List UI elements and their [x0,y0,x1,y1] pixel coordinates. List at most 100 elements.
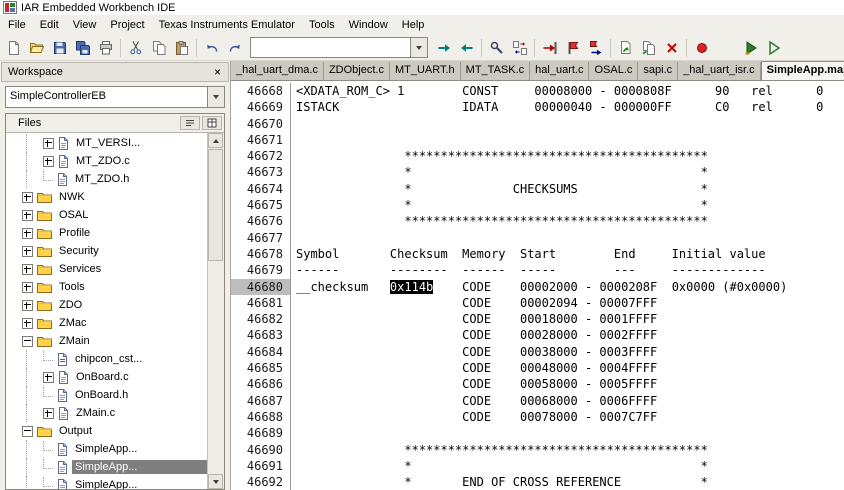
toolbar-button-download-debug[interactable] [739,37,762,59]
toolbar-button-save[interactable] [48,37,71,59]
line-text[interactable]: * END OF CROSS REFERENCE * [291,474,707,490]
tree-item-simpleapp[interactable]: SimpleApp... [6,476,208,489]
menu-item-tools[interactable]: Tools [302,15,342,35]
tree-item-tools[interactable]: Tools [6,278,208,296]
expand-icon[interactable] [22,227,33,239]
line-text[interactable]: ****************************************… [291,148,707,164]
line-text[interactable]: CODE 00038000 - 0003FFFF [291,344,657,360]
toolbar-button-print[interactable] [94,37,117,59]
tree-item-output[interactable]: Output [6,422,208,440]
toolbar-button-debug-without-download[interactable] [762,37,785,59]
collapse-icon[interactable] [22,335,33,347]
tab-hal-uart-c[interactable]: hal_uart.c [530,62,590,80]
scrollbar-thumb[interactable] [208,149,223,261]
menu-item-view[interactable]: View [66,15,104,35]
tree-item-onboard-h[interactable]: OnBoard.h [6,386,208,404]
expand-icon[interactable] [43,407,54,419]
tree-item-zmac[interactable]: ZMac [6,314,208,332]
expand-icon[interactable] [22,299,33,311]
tree-item-services[interactable]: Services [6,260,208,278]
line-text[interactable] [291,425,296,441]
line-text[interactable]: * * [291,458,707,474]
tree-item-zmain-c[interactable]: ZMain.c [6,404,208,422]
expand-icon[interactable] [22,191,33,203]
toolbar-button-goto[interactable] [538,37,561,59]
line-text[interactable]: * CHECKSUMS * [291,181,707,197]
workspace-config-dropdown-button[interactable] [207,87,224,107]
toolbar-button-redo[interactable] [223,37,246,59]
line-text[interactable] [291,116,296,132]
toolbar-button-copy[interactable] [147,37,170,59]
line-text[interactable]: CODE 00058000 - 0005FFFF [291,376,657,392]
menu-item-window[interactable]: Window [342,15,395,35]
tab-hal-uart-isr-c[interactable]: _hal_uart_isr.c [678,62,761,80]
menu-item-project[interactable]: Project [103,15,151,35]
expand-icon[interactable] [22,263,33,275]
tab-hal-uart-dma-c[interactable]: _hal_uart_dma.c [231,62,324,80]
line-text[interactable]: CODE 00002094 - 00007FFF [291,295,657,311]
toolbar-button-paste[interactable] [170,37,193,59]
line-text[interactable]: ****************************************… [291,442,707,458]
tree-item-zmain[interactable]: ZMain [6,332,208,350]
files-columns-button[interactable] [180,116,200,130]
tab-mt-task-c[interactable]: MT_TASK.c [461,62,531,80]
scroll-up-button[interactable] [208,133,223,148]
toolbar-button-toggle-bookmark[interactable] [561,37,584,59]
toolbar-button-find-in-files[interactable] [485,37,508,59]
line-text[interactable]: <XDATA_ROM_C> 1 CONST 00008000 - 0000808… [291,83,823,99]
line-text[interactable]: Symbol Checksum Memory Start End Initial… [291,246,766,262]
toolbar-button-make[interactable] [637,37,660,59]
tree-item-simpleapp[interactable]: SimpleApp... [6,458,208,476]
menu-item-texas-instruments-emulator[interactable]: Texas Instruments Emulator [152,15,302,35]
find-combobox[interactable] [250,37,428,58]
line-text[interactable]: ****************************************… [291,213,707,229]
line-text[interactable]: CODE 00078000 - 0007C7FF [291,409,657,425]
expand-icon[interactable] [22,245,33,257]
tree-item-nwk[interactable]: NWK [6,188,208,206]
expand-icon[interactable] [43,155,54,167]
workspace-close-button[interactable]: × [210,65,225,79]
line-text[interactable]: CODE 00048000 - 0004FFFF [291,360,657,376]
line-text[interactable]: CODE 00018000 - 0001FFFF [291,311,657,327]
expand-icon[interactable] [43,137,54,149]
toolbar-button-undo[interactable] [200,37,223,59]
scroll-down-button[interactable] [208,474,223,489]
tab-sapi-c[interactable]: sapi.c [638,62,679,80]
tree-scrollbar[interactable] [207,133,224,489]
expand-icon[interactable] [22,281,33,293]
line-text[interactable] [291,230,296,246]
expand-icon[interactable] [22,209,33,221]
line-text[interactable]: ------ -------- ------ ----- --- -------… [291,262,766,278]
toolbar-button-toggle-breakpoint[interactable] [690,37,713,59]
toolbar-button-save-all[interactable] [71,37,94,59]
tree-item-profile[interactable]: Profile [6,224,208,242]
toolbar-button-new-document[interactable] [2,37,25,59]
tree-item-mt-zdo-h[interactable]: MT_ZDO.h [6,170,208,188]
tree-item-zdo[interactable]: ZDO [6,296,208,314]
editor-content[interactable]: 46668 <XDATA_ROM_C> 1 CONST 00008000 - 00… [231,81,844,490]
toolbar-button-find-previous[interactable] [455,37,478,59]
toolbar-button-find-next[interactable] [432,37,455,59]
toolbar-button-compile[interactable] [614,37,637,59]
toolbar-button-replace[interactable] [508,37,531,59]
expand-icon[interactable] [43,371,54,383]
menu-item-help[interactable]: Help [395,15,432,35]
menu-item-file[interactable]: File [1,15,33,35]
tab-simpleapp-map[interactable]: SimpleApp.map [760,61,844,80]
find-combobox-dropdown-button[interactable] [410,38,427,57]
tab-mt-uart-h[interactable]: MT_UART.h [390,62,461,80]
tree-item-security[interactable]: Security [6,242,208,260]
tab-zdobject-c[interactable]: ZDObject.c [324,62,390,80]
tree-item-chipcon-cst[interactable]: chipcon_cst... [6,350,208,368]
line-text[interactable]: CODE 00068000 - 0006FFFF [291,393,657,409]
tree-item-osal[interactable]: OSAL [6,206,208,224]
toolbar-button-cut[interactable] [124,37,147,59]
workspace-panel-header[interactable]: Workspace × [1,62,229,82]
line-text[interactable]: * * [291,164,707,180]
workspace-config-select[interactable]: SimpleControllerEB [5,86,225,108]
files-overview-button[interactable] [202,116,222,130]
menu-item-edit[interactable]: Edit [33,15,66,35]
line-text[interactable] [291,132,296,148]
collapse-icon[interactable] [22,425,33,437]
line-text[interactable]: CODE 00028000 - 0002FFFF [291,327,657,343]
